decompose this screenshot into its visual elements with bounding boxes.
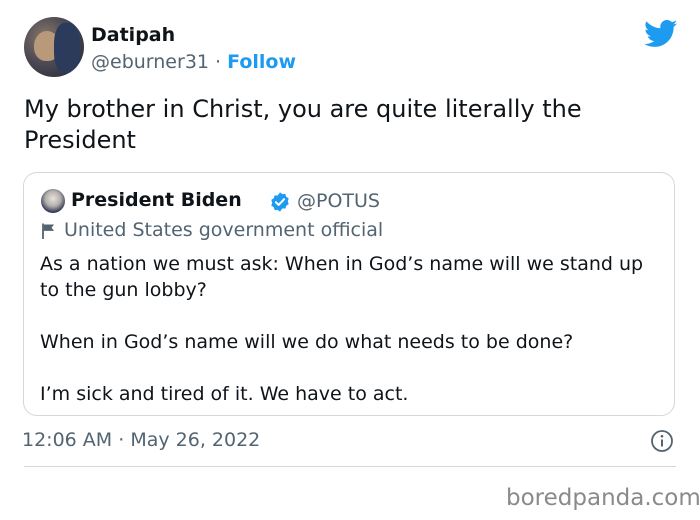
government-official-label: United States government official — [64, 219, 384, 241]
quoted-paragraph: When in God’s name will we do what needs… — [40, 331, 574, 353]
twitter-bird-icon[interactable] — [644, 20, 678, 48]
timestamp-separator: · — [118, 429, 125, 451]
quoted-tweet[interactable]: President Biden @POTUS United States gov… — [23, 172, 675, 416]
quoted-author-avatar[interactable] — [41, 189, 65, 213]
tweet-card: Datipah @eburner31 · Follow My brother i… — [0, 0, 700, 480]
verified-badge-icon — [271, 192, 289, 212]
timestamp-time: 12:06 AM — [22, 429, 113, 451]
tweet-timestamp[interactable]: 12:06 AM · May 26, 2022 — [22, 429, 260, 451]
quoted-tweet-body: As a nation we must ask: When in God’s n… — [40, 251, 665, 407]
flag-icon — [42, 223, 54, 239]
quoted-paragraph: I’m sick and tired of it. We have to act… — [40, 383, 409, 405]
info-icon[interactable] — [650, 429, 674, 453]
quoted-paragraph: As a nation we must ask: When in God’s n… — [40, 253, 644, 301]
timestamp-date: May 26, 2022 — [130, 429, 261, 451]
follow-button[interactable]: Follow — [227, 51, 296, 73]
author-handle[interactable]: @eburner31 — [91, 51, 209, 73]
quoted-author-name[interactable]: President Biden — [71, 189, 242, 211]
quoted-author-handle[interactable]: @POTUS — [297, 190, 380, 212]
author-avatar[interactable] — [24, 17, 84, 77]
author-handle-row: @eburner31 · Follow — [91, 51, 296, 73]
author-name[interactable]: Datipah — [91, 24, 175, 46]
tweet-divider — [24, 466, 676, 467]
handle-separator: · — [215, 51, 222, 73]
watermark: boredpanda.com — [506, 485, 700, 511]
tweet-text: My brother in Christ, you are quite lite… — [24, 95, 582, 154]
